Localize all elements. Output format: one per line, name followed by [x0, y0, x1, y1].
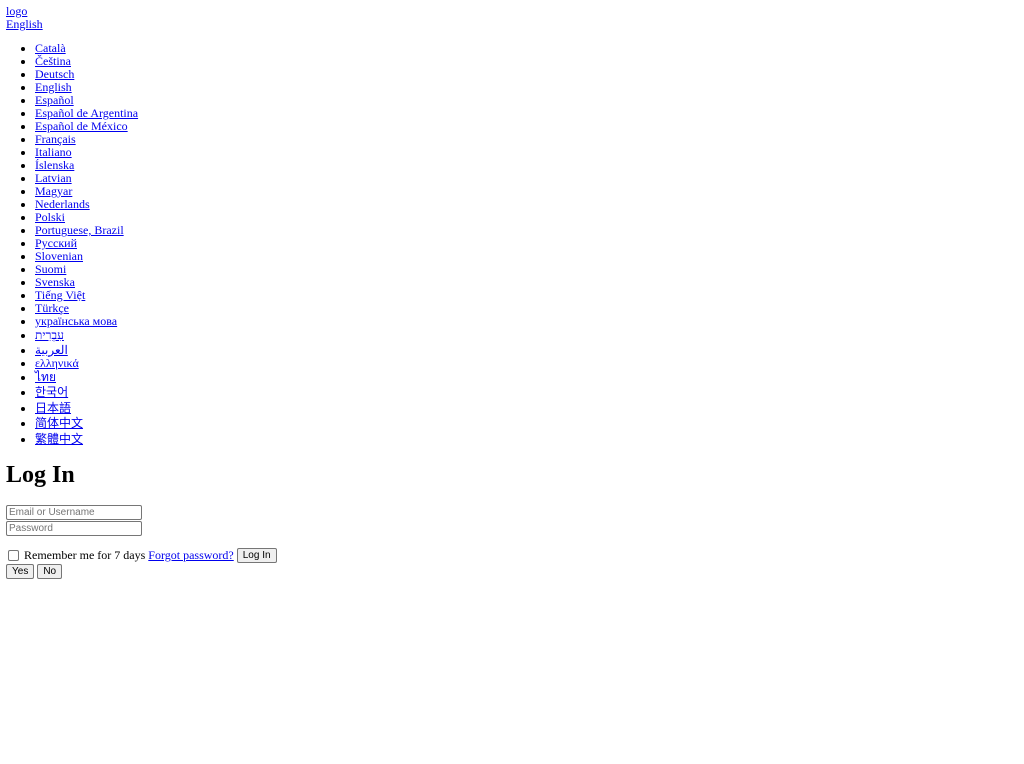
password-input[interactable] [6, 521, 142, 536]
remember-label: Remember me for 7 days [24, 547, 146, 562]
language-link-suomi[interactable]: Suomi [35, 262, 66, 276]
language-link-deutsch[interactable]: Deutsch [35, 67, 74, 81]
language-link-nederlands[interactable]: Nederlands [35, 197, 90, 211]
language-link-espanol-mexico[interactable]: Español de México [35, 119, 128, 133]
forgot-password-link[interactable]: Forgot password? [148, 548, 233, 563]
language-link-espanol[interactable]: Español [35, 93, 74, 107]
language-item: Nederlands [35, 198, 1018, 211]
language-link-portuguese-brazil[interactable]: Portuguese, Brazil [35, 223, 124, 237]
login-form: Remember me for 7 days Forgot password? … [6, 505, 1018, 579]
language-item: Svenska [35, 276, 1018, 289]
language-item: Italiano [35, 146, 1018, 159]
language-item: Español de México [35, 120, 1018, 133]
language-item: Slovenian [35, 250, 1018, 263]
language-link-latvian[interactable]: Latvian [35, 171, 72, 185]
no-button[interactable]: No [37, 563, 63, 579]
language-link-francais[interactable]: Français [35, 132, 76, 146]
language-link-islenska[interactable]: Íslenska [35, 158, 74, 172]
language-item: Tiếng Việt [35, 289, 1018, 302]
language-link-arabic[interactable]: العربية [35, 343, 68, 357]
language-item: Čeština [35, 55, 1018, 68]
language-item: українська мова [35, 315, 1018, 328]
language-link-simplified-chinese[interactable]: 简体中文 [35, 416, 83, 430]
language-link-traditional-chinese[interactable]: 繁體中文 [35, 432, 83, 446]
language-link-thai[interactable]: ไทย [35, 370, 56, 384]
logo-link[interactable]: logo [6, 5, 1018, 18]
language-item: Magyar [35, 185, 1018, 198]
page: logo English Català Čeština Deutsch Engl… [0, 0, 1024, 579]
language-link-slovenian[interactable]: Slovenian [35, 249, 83, 263]
current-language-link[interactable]: English [6, 18, 1018, 31]
language-link-japanese[interactable]: 日本語 [35, 401, 71, 415]
language-item: 繁體中文 [35, 432, 1018, 448]
language-list: Català Čeština Deutsch English Español E… [6, 42, 1018, 447]
language-link-espanol-argentina[interactable]: Español de Argentina [35, 106, 138, 120]
language-item: Latvian [35, 172, 1018, 185]
language-item: Русский [35, 237, 1018, 250]
language-item: Français [35, 133, 1018, 146]
page-title: Log In [6, 462, 75, 488]
username-input[interactable] [6, 505, 142, 520]
language-item: English [35, 81, 1018, 94]
language-item: Polski [35, 211, 1018, 224]
language-item: Català [35, 42, 1018, 55]
remember-row: Remember me for 7 days Forgot password? … [6, 547, 1018, 563]
language-link-hebrew[interactable]: עִבְרִית [35, 328, 64, 342]
language-item: ελληνικά [35, 356, 1018, 370]
language-item: 日本語 [35, 401, 1018, 417]
language-link-svenska[interactable]: Svenska [35, 275, 75, 289]
yes-button[interactable]: Yes [6, 563, 35, 579]
language-item: Español [35, 94, 1018, 107]
confirm-row: Yes No [6, 563, 1018, 579]
language-item: Portuguese, Brazil [35, 224, 1018, 237]
language-link-turkce[interactable]: Türkçe [35, 301, 69, 315]
logo-icon: logo [6, 4, 28, 18]
language-item: Íslenska [35, 159, 1018, 172]
language-link-vietnamese[interactable]: Tiếng Việt [35, 288, 85, 302]
language-item: ไทย [35, 370, 1018, 386]
language-link-cestina[interactable]: Čeština [35, 54, 71, 68]
remember-checkbox[interactable] [8, 549, 19, 561]
language-link-english[interactable]: English [35, 80, 72, 94]
language-item: 简体中文 [35, 416, 1018, 432]
language-link-polski[interactable]: Polski [35, 210, 65, 224]
language-item: Türkçe [35, 302, 1018, 315]
language-item: 한국어 [35, 385, 1018, 401]
language-link-italiano[interactable]: Italiano [35, 145, 72, 159]
language-link-catala[interactable]: Català [35, 41, 66, 55]
language-item: Español de Argentina [35, 107, 1018, 120]
language-link-magyar[interactable]: Magyar [35, 184, 72, 198]
login-button[interactable]: Log In [236, 547, 277, 563]
language-item: Deutsch [35, 68, 1018, 81]
language-link-korean[interactable]: 한국어 [35, 385, 68, 399]
language-item: עִבְרִית [35, 328, 1018, 344]
language-link-ukrainian[interactable]: українська мова [35, 314, 117, 328]
language-link-russian[interactable]: Русский [35, 236, 77, 250]
language-item: Suomi [35, 263, 1018, 276]
language-item: العربية [35, 343, 1018, 357]
language-link-greek[interactable]: ελληνικά [35, 356, 79, 370]
